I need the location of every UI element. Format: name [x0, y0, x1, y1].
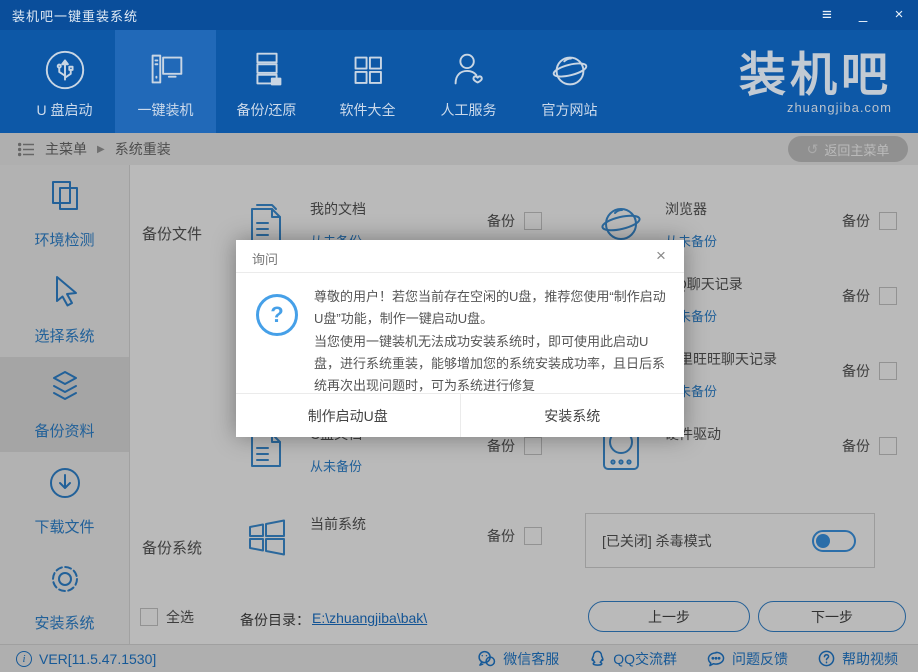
app-window: 装机吧一键重装系统 ≡ _ × U 盘启动 一键装机 备份/还原 软件大全 人工…: [0, 0, 918, 672]
person-heart-icon: [444, 44, 494, 96]
install-system-button[interactable]: 安装系统: [461, 394, 685, 437]
nav-item-one-key-install[interactable]: 一键装机: [115, 30, 216, 133]
nav-item-backup-restore[interactable]: 备份/还原: [216, 30, 317, 133]
nav-item-usb-boot[interactable]: U 盘启动: [14, 30, 115, 133]
app-title: 装机吧一键重装系统: [12, 8, 139, 24]
question-dialog: 询问 × ? 尊敬的用户！若您当前存在空闲的U盘，推荐您使用“制作启动U盘”功能…: [236, 240, 684, 437]
brand-logo-text: 装机吧: [739, 48, 892, 101]
nav-item-software[interactable]: 软件大全: [317, 30, 418, 133]
dialog-close-icon[interactable]: ×: [651, 246, 671, 266]
globe-icon: [545, 44, 595, 96]
nav-label: 备份/还原: [236, 101, 297, 118]
nav-label: 人工服务: [440, 101, 497, 118]
top-nav: U 盘启动 一键装机 备份/还原 软件大全 人工服务 官方网站 装机吧 zhua…: [0, 30, 918, 133]
title-bar: 装机吧一键重装系统 ≡ _ ×: [0, 0, 918, 30]
nav-label: 软件大全: [339, 101, 396, 118]
dialog-paragraph: 当您使用一键装机无法成功安装系统时，即可使用此启动U盘，进行系统重装，能够增加您…: [314, 333, 666, 394]
app-grid-icon: [343, 44, 393, 96]
nav-label: 一键装机: [137, 101, 194, 118]
nav-item-official-site[interactable]: 官方网站: [519, 30, 620, 133]
close-icon[interactable]: ×: [888, 0, 910, 30]
menu-icon[interactable]: ≡: [816, 0, 838, 30]
nav-item-support[interactable]: 人工服务: [418, 30, 519, 133]
dialog-footer: 制作启动U盘 安装系统: [236, 393, 684, 437]
dialog-title: 询问: [252, 252, 279, 267]
server-stack-icon: [242, 44, 292, 96]
minimize-icon[interactable]: _: [852, 0, 874, 30]
dialog-title-bar: 询问 ×: [236, 240, 684, 273]
nav-label: U 盘启动: [36, 101, 93, 118]
make-boot-usb-button[interactable]: 制作启动U盘: [236, 394, 461, 437]
dialog-body: ? 尊敬的用户！若您当前存在空闲的U盘，推荐您使用“制作启动U盘”功能，制作一键…: [236, 273, 684, 393]
usb-icon: [40, 44, 90, 96]
computer-icon: [141, 44, 191, 96]
nav-label: 官方网站: [541, 101, 598, 118]
question-mark-icon: ?: [256, 294, 298, 336]
brand-logo: 装机吧 zhuangjiba.com: [739, 42, 892, 115]
window-controls: ≡ _ ×: [816, 0, 910, 30]
dialog-message: 尊敬的用户！若您当前存在空闲的U盘，推荐您使用“制作启动U盘”功能，制作一键启动…: [314, 286, 666, 393]
dialog-paragraph: 尊敬的用户！若您当前存在空闲的U盘，推荐您使用“制作启动U盘”功能，制作一键启动…: [314, 289, 666, 327]
